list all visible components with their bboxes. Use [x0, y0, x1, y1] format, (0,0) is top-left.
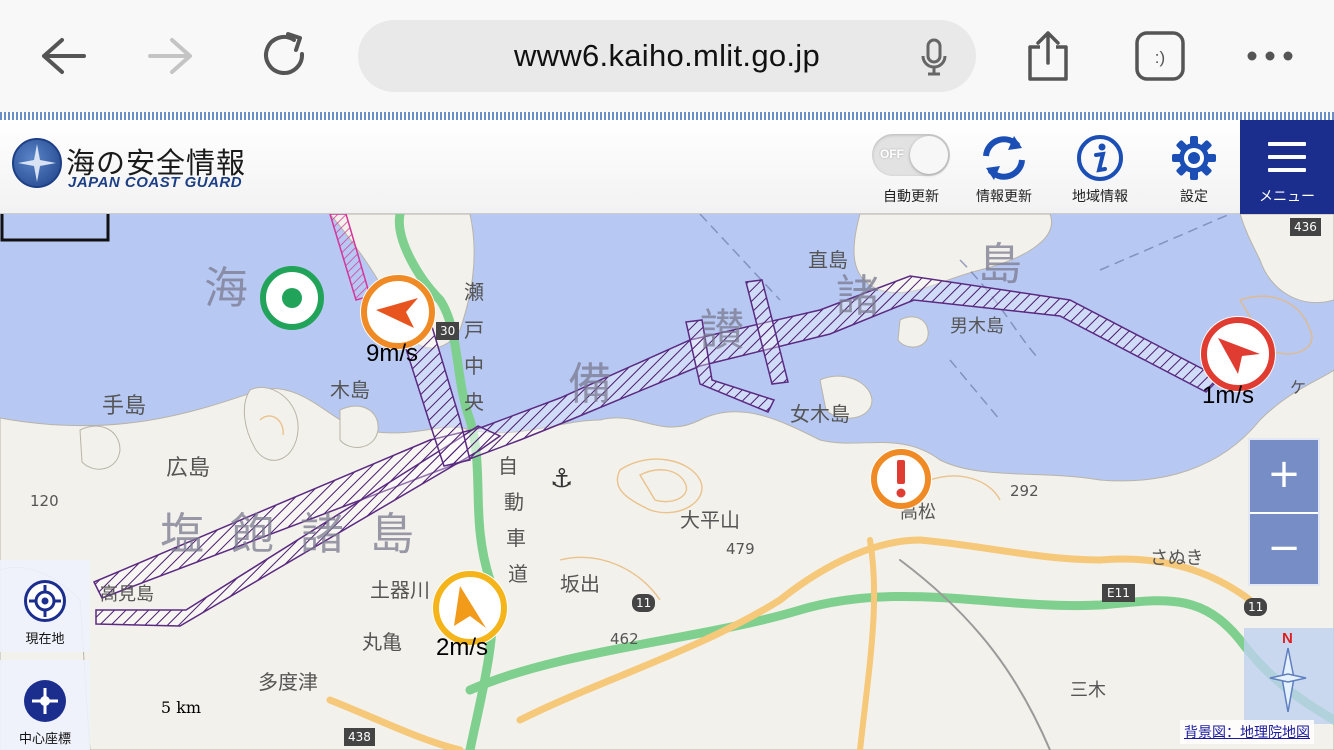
- zoom-in-button[interactable]: +: [1250, 440, 1318, 512]
- route-30-shield: 30: [436, 322, 460, 340]
- anchor-icon: ⚓: [550, 464, 574, 494]
- sanuki-label: さぬき: [1150, 548, 1204, 569]
- route-436-shield: 436: [1290, 218, 1321, 236]
- info-update-label[interactable]: 情報更新: [954, 186, 1054, 206]
- current-location-label: 現在地: [25, 632, 65, 647]
- tab-smiley-icon[interactable]: :): [1128, 24, 1192, 88]
- kagawa-label: ケ: [1290, 378, 1307, 397]
- zoom-control: + −: [1248, 438, 1320, 586]
- taheisan-label: 大平山: [680, 508, 740, 532]
- small-island: [339, 405, 379, 448]
- elevation-120: 120: [30, 492, 59, 510]
- green-circle-marker-icon[interactable]: [260, 266, 324, 330]
- hiroshima-label: 広島: [166, 456, 211, 481]
- crosshair-icon: [24, 580, 66, 622]
- jidosha-char-1: 自: [498, 454, 518, 478]
- gear-icon[interactable]: [1168, 132, 1220, 184]
- site-header: 海の安全情報 JAPAN COAST GUARD OFF 自動更新 情報更新 地…: [0, 120, 1334, 214]
- bisan-char-4: 島: [978, 239, 1022, 290]
- ogijima-label: 男木島: [950, 316, 1004, 337]
- elevation-462: 462: [610, 630, 639, 648]
- kijima-label: 木島: [330, 378, 370, 402]
- arrow-left-icon[interactable]: [30, 24, 94, 88]
- jidosha-char-2: 動: [504, 490, 524, 514]
- route-e11-shield: E11: [1102, 584, 1135, 602]
- current-location-button[interactable]: 現在地: [0, 560, 90, 652]
- mitoyo-label: 三木: [1070, 680, 1106, 701]
- wind-speed-2: 1m/s: [1202, 382, 1255, 409]
- tsuchiki-label: 土器川: [370, 578, 430, 602]
- route-11-shield-east: 11: [1244, 598, 1268, 616]
- takamijima-label: 高見島: [100, 584, 154, 605]
- seto-char-2: 戸: [464, 318, 484, 342]
- refresh-icon[interactable]: [978, 132, 1030, 184]
- center-coord-label: 中心座標: [18, 732, 71, 747]
- auto-update-label: 自動更新: [883, 189, 939, 205]
- center-coord-button[interactable]: 中心座標: [0, 660, 90, 750]
- map-view[interactable]: 海 備 讃 諸 島 塩 飽 諸 島 手島 広島 木島 女木島 男木島 直島 大平…: [0, 214, 1334, 750]
- route-11-shield: 11: [632, 594, 656, 612]
- map-credit-link[interactable]: 背景図：地理院地図: [1180, 720, 1314, 744]
- scale-bar: [0, 214, 110, 242]
- ogijima: [897, 316, 929, 348]
- info-icon[interactable]: [1074, 132, 1126, 184]
- elevation-292: 292: [1010, 482, 1039, 500]
- toggle-state: OFF: [880, 147, 904, 161]
- menu-button[interactable]: メニュー: [1240, 120, 1334, 214]
- toggle-knob: [910, 136, 948, 174]
- zoom-out-button[interactable]: −: [1250, 514, 1318, 586]
- compass-icon[interactable]: N: [1244, 628, 1334, 724]
- logo-subtitle: JAPAN COAST GUARD: [68, 174, 243, 191]
- address-bar[interactable]: www6.kaiho.mlit.go.jp: [358, 20, 976, 92]
- bisan-char-2: 讃: [700, 305, 744, 356]
- shiwaku-islands-label: 塩 飽 諸 島: [160, 509, 420, 560]
- sakaide-label: 坂出: [560, 572, 600, 596]
- center-target-icon: [24, 680, 66, 722]
- settings-label[interactable]: 設定: [1144, 186, 1244, 206]
- url-text: www6.kaiho.mlit.go.jp: [513, 38, 821, 73]
- wind-speed-1: 9m/s: [366, 340, 419, 367]
- header-stripe: [0, 112, 1334, 120]
- wind-speed-3: 2m/s: [436, 634, 489, 661]
- seto-char-4: 央: [464, 390, 484, 414]
- area-info-label[interactable]: 地域情報: [1050, 186, 1150, 206]
- hamburger-icon: [1268, 142, 1306, 181]
- exclamation-warning-icon[interactable]: [868, 446, 934, 512]
- naoshima-label: 直島: [808, 248, 848, 272]
- reload-icon[interactable]: [252, 24, 316, 88]
- browser-toolbar: www6.kaiho.mlit.go.jp :): [0, 0, 1334, 112]
- bisan-char-1: 備: [568, 359, 612, 410]
- scale-label: 5 km: [160, 698, 202, 717]
- menu-label: メニュー: [1259, 189, 1315, 205]
- sea-label: 海: [204, 263, 248, 314]
- tabs-label: :): [1155, 48, 1165, 67]
- arrow-right-icon[interactable]: [140, 24, 204, 88]
- marugame-label: 丸亀: [362, 630, 402, 654]
- jidosha-char-3: 車: [506, 526, 526, 550]
- jidosha-char-4: 道: [508, 562, 528, 586]
- tejima-label: 手島: [102, 394, 147, 419]
- route-438-shield: 438: [344, 728, 375, 746]
- share-icon[interactable]: [1016, 24, 1080, 88]
- microphone-icon[interactable]: [920, 38, 948, 80]
- tadotsu-label: 多度津: [258, 670, 318, 694]
- auto-update-toggle[interactable]: OFF: [872, 134, 950, 176]
- seto-char-1: 瀬: [464, 280, 484, 304]
- coast-guard-emblem-icon: [12, 138, 62, 188]
- more-dots-icon[interactable]: [1238, 24, 1302, 88]
- elevation-479: 479: [726, 540, 755, 558]
- megijima-label: 女木島: [790, 402, 850, 426]
- map-canvas: [0, 214, 1334, 750]
- seto-char-3: 中: [464, 354, 484, 378]
